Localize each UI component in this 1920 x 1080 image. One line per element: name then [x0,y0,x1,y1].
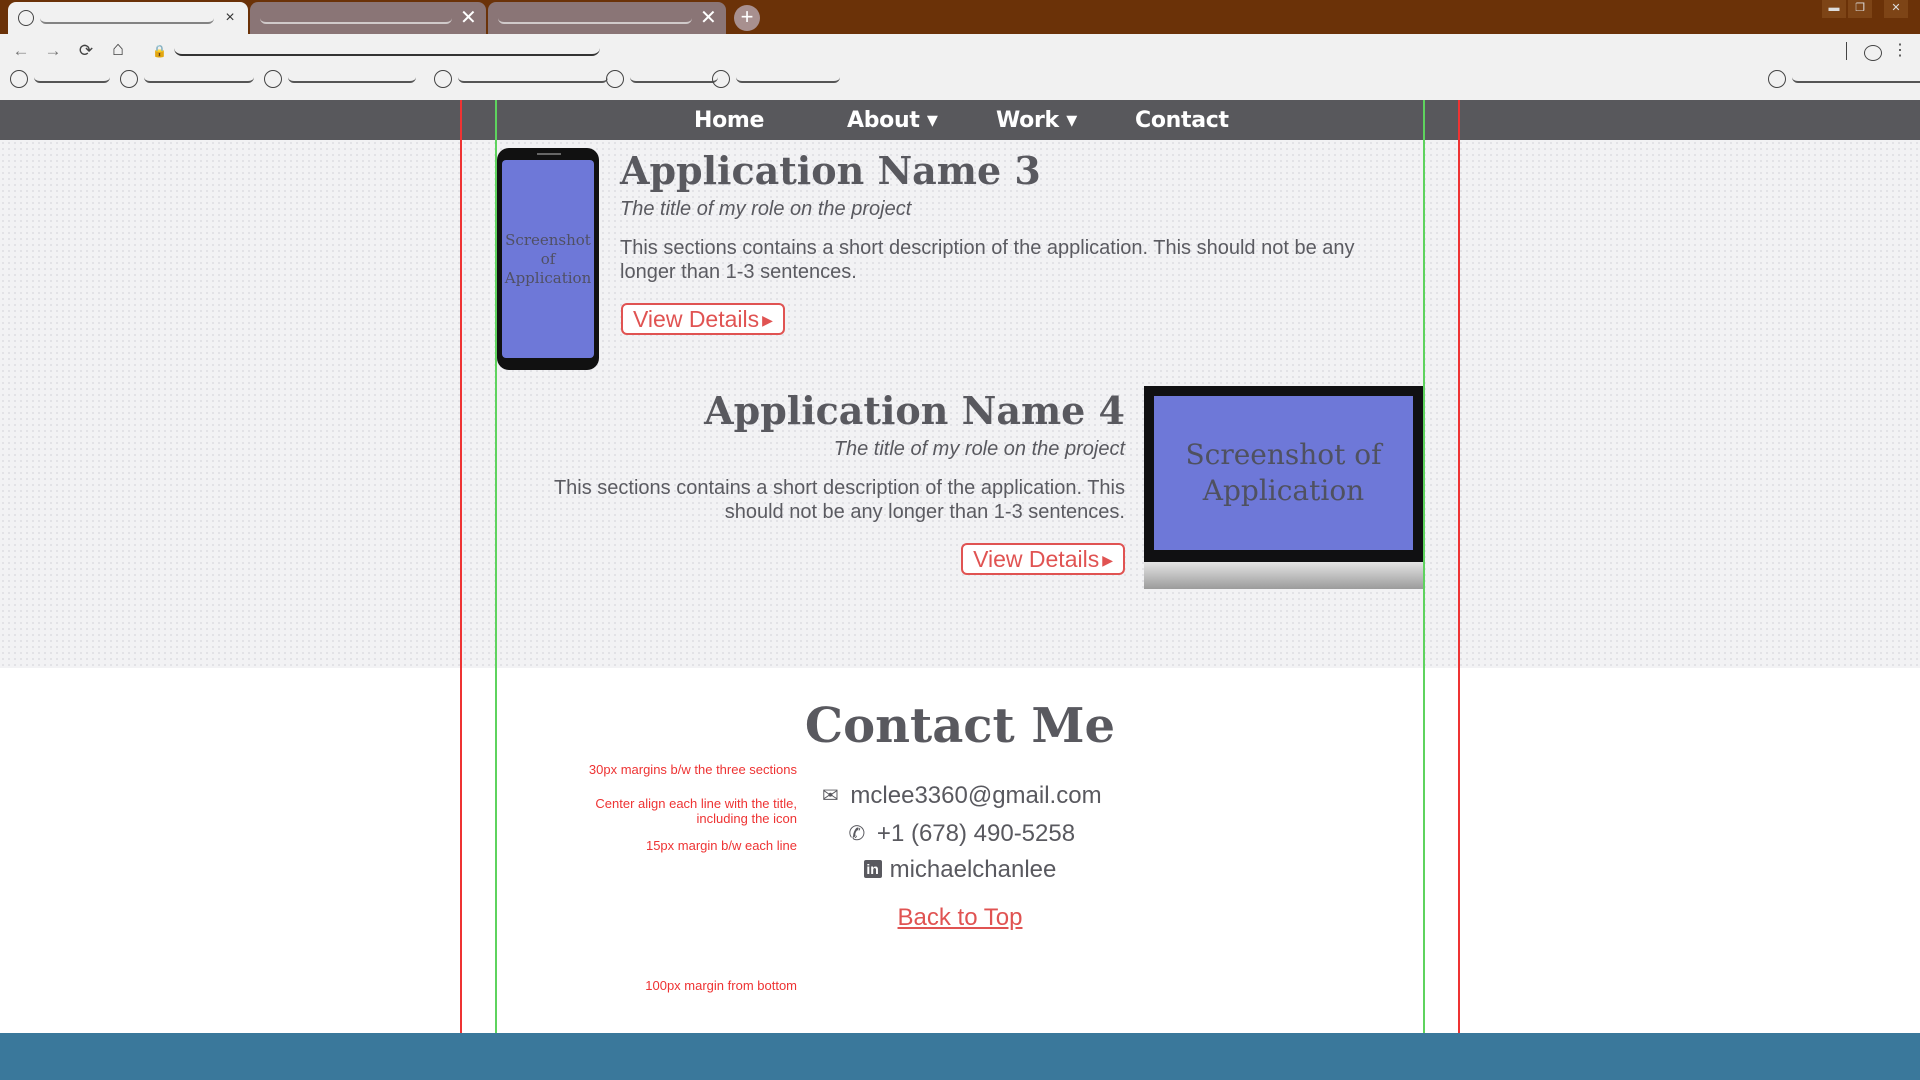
lock-icon: 🔒 [152,44,167,58]
view-details-label: View Details [973,546,1100,572]
tab-close-icon[interactable]: ✕ [700,8,717,28]
site-navbar: Home About ▾ Work ▾ Contact [0,100,1920,140]
nav-about[interactable]: About ▾ [847,108,938,133]
bookmark-item[interactable] [120,70,254,88]
laptop-mockup: Screenshot of Application [1144,386,1423,589]
tab-close-icon[interactable]: ✕ [460,8,477,28]
phone-text: +1 (678) 490-5258 [876,820,1076,847]
contact-email[interactable]: ✉ mclee3360@gmail.com [0,782,1920,810]
bookmark-item[interactable] [606,70,718,88]
bookmark-favicon-icon [264,70,282,88]
app-screenshot: Screenshot of Application [502,160,594,358]
project-title: Application Name 3 [620,148,1041,193]
guide-line-green [495,100,497,1033]
project-role: The title of my role on the project [833,438,1125,460]
linkedin-icon: in [863,860,882,878]
bookmark-favicon-icon [10,70,28,88]
project-description: This sections contains a short descripti… [553,477,1125,523]
bookmark-favicon-icon [1768,70,1786,88]
browser-tab[interactable]: ✕ [488,2,726,34]
back-to-top-link[interactable]: Back to Top [0,904,1920,932]
footer-bar [0,1033,1920,1080]
bookmark-item[interactable] [712,70,840,88]
tab-title-scribble [498,12,692,24]
tab-close-icon[interactable]: × [222,10,238,26]
app-screenshot: Screenshot of Application [1154,396,1413,550]
contact-phone[interactable]: ✆ +1 (678) 490-5258 [0,820,1920,848]
phone-icon: ✆ [848,823,866,845]
project-role: The title of my role on the project [620,198,912,220]
menu-icon[interactable]: ⋮ [1892,40,1908,60]
restore-icon[interactable]: ❐ [1848,0,1872,18]
nav-home[interactable]: Home [694,108,764,133]
bookmark-title-scribble [1792,75,1920,83]
guide-line-green [1423,100,1425,1033]
forward-icon[interactable]: → [42,41,64,61]
mail-icon: ✉ [822,785,839,807]
web-page: Home About ▾ Work ▾ Contact Screenshot o… [0,100,1920,1080]
project-description: This sections contains a short descripti… [620,237,1355,283]
browser-toolbar [0,34,1920,100]
email-text: mclee3360@gmail.com [850,782,1102,809]
tab-title-scribble [260,12,452,24]
bookmark-favicon-icon [606,70,624,88]
linkedin-text: michaelchanlee [889,856,1057,883]
phone-mockup: Screenshot of Application [497,148,599,370]
annotation-note: 30px margins b/w the three sections [588,762,797,777]
bookmark-item[interactable] [434,70,608,88]
bookmark-favicon-icon [434,70,452,88]
bookmark-item[interactable] [264,70,416,88]
bookmark-title-scribble [736,75,840,83]
view-details-button[interactable]: View Details ▶ [961,543,1125,575]
project-title: Application Name 4 [704,388,1125,433]
play-arrow-icon: ▶ [762,312,773,328]
browser-tab-bar: × ✕ ✕ + ▬ ❐ ✕ [0,0,1920,34]
browser-tab[interactable]: ✕ [250,2,486,34]
guide-line-red [460,100,462,1033]
view-details-label: View Details [633,306,760,332]
bookmark-title-scribble [288,75,416,83]
bookmark-title-scribble [458,75,608,83]
guide-line-red [1458,100,1460,1033]
reload-icon[interactable]: ⟳ [75,41,97,61]
tab-title-scribble [40,12,214,24]
play-arrow-icon: ▶ [1102,552,1113,568]
bookmark-item[interactable] [1768,70,1920,88]
nav-contact[interactable]: Contact [1135,108,1229,133]
browser-tab-active[interactable]: × [8,2,248,34]
nav-work[interactable]: Work ▾ [996,108,1077,133]
contact-linkedin[interactable]: in michaelchanlee [0,856,1920,884]
bookmark-item[interactable] [10,70,110,88]
new-tab-button[interactable]: + [734,5,760,31]
back-icon[interactable]: ← [10,41,32,61]
bookmark-favicon-icon [120,70,138,88]
tab-favicon-icon [18,10,34,26]
annotation-note: 100px margin from bottom [645,978,797,993]
bookmark-title-scribble [144,75,254,83]
bookmark-title-scribble [34,75,110,83]
bookmark-favicon-icon [712,70,730,88]
laptop-base [1144,562,1423,589]
profile-icon[interactable] [1864,45,1882,61]
contact-title: Contact Me [804,698,1116,754]
annotation-note: 15px margin b/w each line [645,838,797,853]
minimize-icon[interactable]: ▬ [1822,0,1846,18]
window-close-icon[interactable]: ✕ [1884,0,1908,18]
address-bar[interactable] [174,48,600,56]
toolbar-divider [1846,42,1847,60]
bookmark-title-scribble [630,75,718,83]
home-icon[interactable]: ⌂ [107,38,129,61]
phone-speaker [537,153,561,155]
annotation-note: Center align each line with the title, i… [595,796,797,826]
laptop-bezel: Screenshot of Application [1144,386,1423,562]
view-details-button[interactable]: View Details ▶ [621,303,785,335]
